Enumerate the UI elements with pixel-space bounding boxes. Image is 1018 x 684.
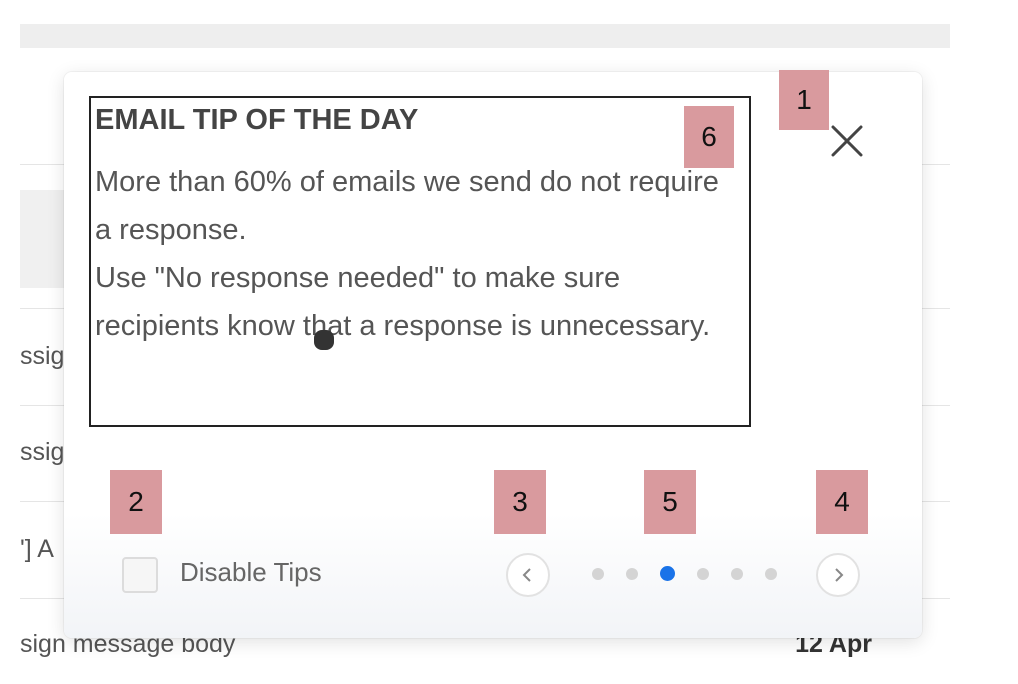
pagination-dot[interactable]: [626, 568, 638, 580]
chevron-right-icon: [835, 568, 844, 582]
close-button[interactable]: [824, 118, 870, 164]
tip-pagination: [592, 566, 777, 582]
next-tip-button[interactable]: [816, 553, 860, 597]
pagination-dot[interactable]: [731, 568, 743, 580]
annotation-badge-2: 2: [110, 470, 162, 534]
chevron-left-icon: [522, 568, 531, 582]
annotation-badge-4: 4: [816, 470, 868, 534]
tip-title: EMAIL TIP OF THE DAY: [95, 104, 419, 136]
tip-body-line: Use "No response needed" to make sure re…: [95, 262, 711, 342]
list-item-subject[interactable]: ssig: [20, 342, 64, 371]
annotation-badge-1: 1: [779, 70, 829, 130]
tip-body: More than 60% of emails we send do not r…: [95, 158, 725, 350]
disable-tips-checkbox[interactable]: [122, 557, 158, 593]
list-item-subject[interactable]: ssig: [20, 438, 64, 467]
annotation-badge-5: 5: [644, 470, 696, 534]
pagination-dot[interactable]: [592, 568, 604, 580]
tip-body-line: More than 60% of emails we send do not r…: [95, 166, 719, 246]
pagination-dot-active[interactable]: [660, 566, 675, 581]
background-toolbar: [20, 24, 950, 48]
list-item-subject[interactable]: '] A: [20, 535, 54, 564]
disable-tips-label[interactable]: Disable Tips: [180, 557, 322, 588]
mouse-cursor-icon: [314, 330, 334, 350]
close-icon: [831, 125, 863, 157]
previous-tip-button[interactable]: [506, 553, 550, 597]
annotation-badge-3: 3: [494, 470, 546, 534]
annotation-badge-6: 6: [684, 106, 734, 168]
tip-of-the-day-popover: EMAIL TIP OF THE DAY More than 60% of em…: [64, 70, 922, 638]
pagination-dot[interactable]: [765, 568, 777, 580]
pagination-dot[interactable]: [697, 568, 709, 580]
